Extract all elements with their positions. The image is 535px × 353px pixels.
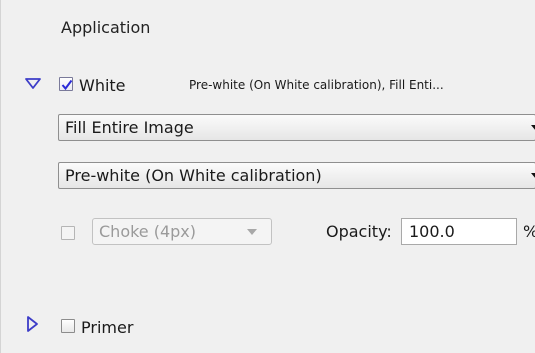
opacity-label: Opacity: (326, 222, 392, 241)
print-settings-panel: Application White Pre-white (On White ca… (0, 0, 535, 353)
white-summary: Pre-white (On White calibration), Fill E… (189, 78, 444, 92)
choke-select[interactable]: Choke (4px) (92, 218, 272, 245)
fill-mode-value: Fill Entire Image (65, 118, 194, 137)
opacity-input[interactable]: 100.0 (401, 218, 517, 245)
triangle-down-icon (25, 78, 41, 89)
opacity-value: 100.0 (409, 222, 455, 241)
calibration-select[interactable]: Pre-white (On White calibration) (58, 162, 535, 189)
white-checkbox[interactable] (59, 77, 73, 91)
chevron-down-icon (531, 125, 535, 131)
white-expand-toggle[interactable] (24, 75, 42, 93)
white-label: White (79, 76, 126, 95)
chevron-down-icon (531, 173, 535, 179)
primer-checkbox[interactable] (61, 319, 75, 333)
primer-label: Primer (81, 318, 134, 337)
section-title: Application (61, 18, 151, 37)
chevron-down-icon (247, 229, 257, 235)
opacity-unit: % (523, 222, 535, 241)
calibration-value: Pre-white (On White calibration) (65, 166, 322, 185)
fill-mode-select[interactable]: Fill Entire Image (58, 114, 535, 141)
primer-expand-toggle[interactable] (24, 315, 42, 333)
triangle-right-icon (27, 316, 38, 332)
choke-checkbox[interactable] (61, 226, 75, 240)
choke-value: Choke (4px) (99, 222, 197, 241)
checkmark-icon (61, 79, 73, 91)
